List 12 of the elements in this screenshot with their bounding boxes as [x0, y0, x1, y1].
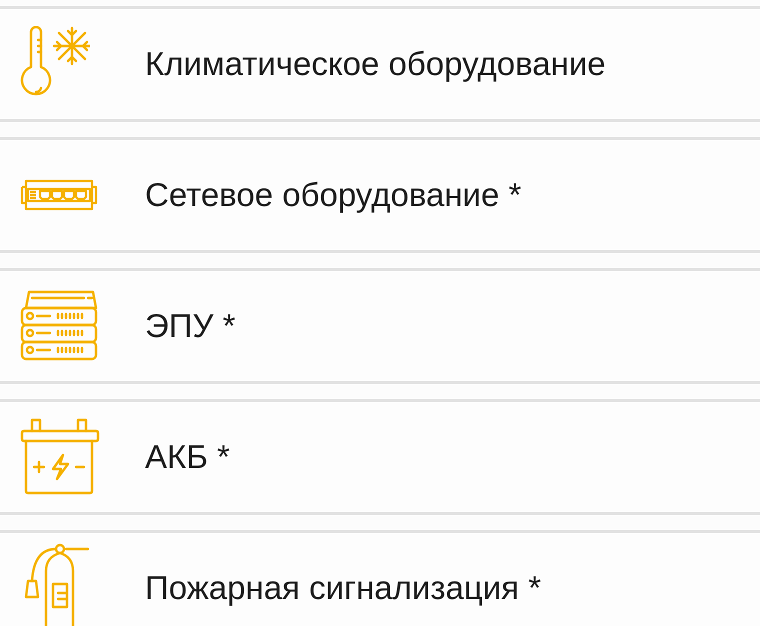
network-switch-icon: [20, 177, 98, 213]
category-label: АКБ *: [145, 438, 230, 476]
category-label: Пожарная сигнализация *: [145, 569, 542, 607]
category-item[interactable]: Пожарная сигнализация *: [0, 530, 760, 626]
battery-icon: [20, 417, 100, 497]
category-label: Сетевое оборудование *: [145, 176, 522, 214]
category-label: ЭПУ *: [145, 307, 236, 345]
category-label: Климатическое оборудование: [145, 45, 606, 83]
category-item[interactable]: Климатическое оборудование: [0, 6, 760, 122]
category-item[interactable]: Сетевое оборудование *: [0, 137, 760, 253]
category-item[interactable]: АКБ *: [0, 399, 760, 515]
category-item[interactable]: ЭПУ *: [0, 268, 760, 384]
